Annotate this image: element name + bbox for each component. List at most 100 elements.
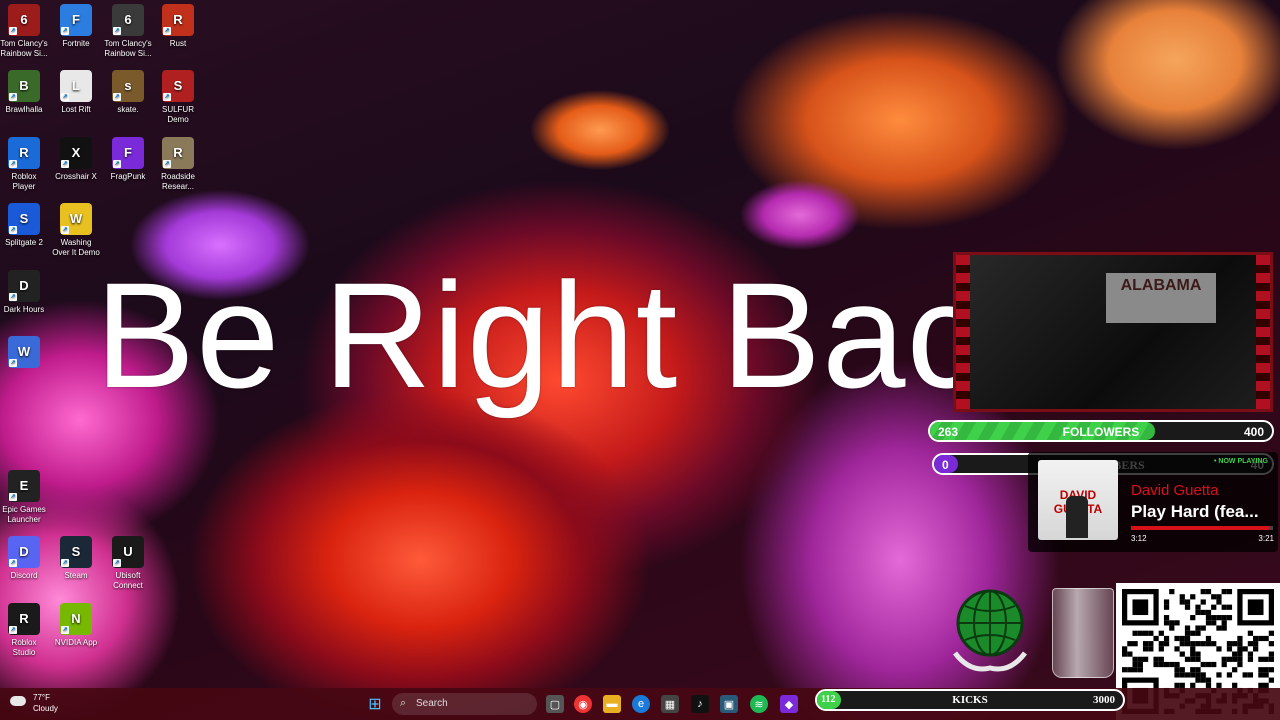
qr-module (1184, 599, 1191, 605)
qr-module (1190, 651, 1196, 657)
spotify-icon[interactable]: ≋ (750, 695, 768, 713)
desktop-icon[interactable]: D ↗ Discord (0, 536, 48, 581)
desktop-icon[interactable]: F ↗ Fortnite (52, 4, 100, 49)
qr-module (1132, 661, 1138, 668)
qr-module (1221, 615, 1227, 621)
qr-module (1142, 641, 1149, 647)
windows-start-icon[interactable]: ⊞ (366, 695, 384, 713)
qr-module (1195, 667, 1201, 673)
tiktok-icon[interactable]: ♪ (691, 695, 709, 713)
qr-module (1137, 630, 1143, 636)
qr-module (1190, 615, 1196, 621)
desktop-icon[interactable]: E ↗ Epic Games Launcher (0, 470, 48, 525)
qr-module (1216, 625, 1222, 631)
qr-module (1174, 661, 1180, 668)
shortcut-arrow-icon: ↗ (9, 27, 17, 35)
desktop-icon[interactable]: 6 ↗ Tom Clancy's Rainbow Si... (104, 4, 152, 59)
qr-module (1226, 656, 1233, 662)
qr-module (1205, 589, 1212, 595)
qr-module (1158, 641, 1164, 647)
qr-module (1205, 609, 1212, 616)
qr-module (1184, 672, 1191, 678)
weather-desc: Cloudy (33, 704, 58, 713)
desktop-icon-label: FragPunk (110, 172, 146, 181)
app-w-icon: W ↗ (8, 336, 40, 368)
roblox-studio-icon: R ↗ (8, 603, 40, 635)
webcam-frame-left (956, 255, 970, 409)
desktop-icon[interactable]: X ↗ Crosshair X (52, 137, 100, 182)
edge-icon[interactable]: e (632, 695, 650, 713)
app-purple-icon[interactable]: ◆ (780, 695, 798, 713)
qr-module (1132, 630, 1138, 636)
qr-module (1163, 635, 1170, 642)
weather-temp: 77°F (33, 693, 50, 702)
desktop-icon[interactable]: R ↗ Rust (154, 4, 202, 49)
desktop-icon[interactable]: 6 ↗ Tom Clancy's Rainbow Si... (0, 4, 48, 59)
qr-module (1226, 672, 1233, 678)
qr-module (1195, 677, 1201, 683)
qr-module (1263, 667, 1269, 673)
qr-module (1221, 620, 1227, 626)
qr-module (1221, 625, 1227, 631)
qr-module (1237, 651, 1243, 657)
qr-module (1205, 661, 1212, 668)
task-view-icon[interactable]: ▢ (546, 695, 564, 713)
qr-module (1200, 625, 1206, 631)
nvidia-icon: N ↗ (60, 603, 92, 635)
app-icon[interactable]: ▣ (720, 695, 738, 713)
desktop-icon[interactable]: N ↗ NVIDIA App (52, 603, 100, 648)
qr-module (1190, 641, 1196, 647)
qr-finder (1132, 599, 1149, 616)
store-icon[interactable]: ▦ (661, 695, 679, 713)
desktop-icon[interactable]: L ↗ Lost Rift (52, 70, 100, 115)
now-playing-progress (1131, 526, 1273, 530)
desktop-icon[interactable]: W ↗ (0, 336, 48, 371)
now-playing-elapsed: 3:12 (1131, 534, 1147, 543)
desktop-icon[interactable]: U ↗ Ubisoft Connect (104, 536, 152, 591)
desktop-icon[interactable]: W ↗ Washing Over It Demo (52, 203, 100, 258)
qr-module (1142, 630, 1149, 636)
qr-module (1258, 667, 1264, 673)
cloud-icon (10, 696, 26, 706)
qr-module (1122, 667, 1128, 673)
desktop-icon[interactable]: S ↗ Splitgate 2 (0, 203, 48, 248)
qr-module (1142, 646, 1149, 652)
chrome-icon[interactable]: ◉ (574, 695, 592, 713)
qr-module (1184, 625, 1191, 631)
desktop-icon[interactable]: S ↗ SULFUR Demo (154, 70, 202, 125)
desktop-icon[interactable]: R ↗ Roblox Studio (0, 603, 48, 658)
qr-module (1268, 656, 1274, 662)
now-playing-label: • NOW PLAYING (1214, 458, 1268, 465)
taskbar-search[interactable]: ⌕ Search (392, 693, 537, 715)
desktop-icon[interactable]: s ↗ skate. (104, 70, 152, 115)
desktop-icon[interactable]: F ↗ FragPunk (104, 137, 152, 182)
qr-module (1163, 615, 1170, 621)
qr-module (1169, 661, 1175, 668)
dark-hours-icon: D ↗ (8, 270, 40, 302)
qr-module (1132, 656, 1138, 662)
shortcut-arrow-icon: ↗ (113, 93, 121, 101)
qr-module (1184, 604, 1191, 610)
qr-module (1205, 677, 1212, 683)
roblox-icon: R ↗ (8, 137, 40, 169)
desktop-icon[interactable]: R ↗ Roblox Player (0, 137, 48, 192)
desktop-icon[interactable]: S ↗ Steam (52, 536, 100, 581)
qr-module (1232, 667, 1238, 673)
qr-module (1226, 646, 1233, 652)
qr-module (1232, 651, 1238, 657)
desktop-icon[interactable]: D ↗ Dark Hours (0, 270, 48, 315)
qr-module (1195, 625, 1201, 631)
qr-module (1153, 656, 1159, 662)
qr-module (1127, 641, 1133, 647)
qr-module (1190, 667, 1196, 673)
file-explorer-icon[interactable]: ▬ (603, 695, 621, 713)
desktop-icon-label: Roadside Resear... (161, 172, 195, 191)
now-playing-artist: David Guetta (1131, 482, 1219, 499)
desktop-icon[interactable]: R ↗ Roadside Resear... (154, 137, 202, 192)
qr-module (1205, 620, 1212, 626)
qr-module (1242, 672, 1248, 678)
qr-module (1127, 667, 1133, 673)
qr-module (1263, 635, 1269, 642)
desktop-icon[interactable]: B ↗ Brawlhalla (0, 70, 48, 115)
qr-module (1200, 589, 1206, 595)
